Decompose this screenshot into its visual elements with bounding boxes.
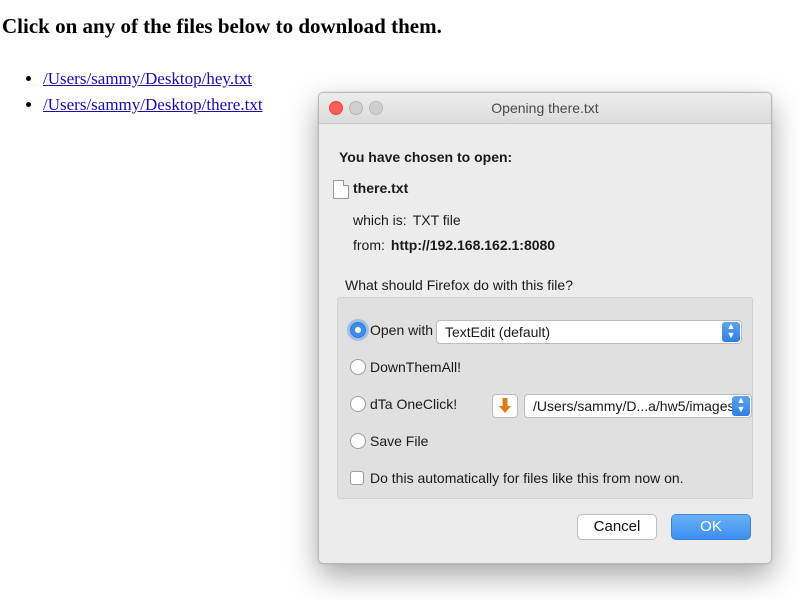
download-dialog: Opening there.txt You have chosen to ope… (318, 92, 772, 564)
cancel-button[interactable]: Cancel (577, 514, 657, 540)
selected-app: TextEdit (default) (445, 324, 551, 340)
dialog-title: Opening there.txt (491, 100, 599, 116)
save-file-label: Save File (370, 433, 429, 449)
source-row: from: http://192.168.162.1:8080 (353, 237, 555, 253)
option-open-with[interactable]: Open with TextEdit (default) ▲ ▼ (350, 320, 746, 344)
dta-oneclick-label: dTa OneClick! (370, 396, 458, 412)
option-dta-oneclick[interactable]: dTa OneClick! /Users/sammy/D...a/hw5/ima… (350, 394, 752, 418)
source-url: http://192.168.162.1:8080 (390, 237, 556, 253)
action-question: What should Firefox do with this file? (345, 277, 573, 293)
ok-button[interactable]: OK (671, 514, 751, 540)
downthemall-radio[interactable] (350, 359, 366, 375)
open-with-app-select[interactable]: TextEdit (default) ▲ ▼ (436, 320, 742, 344)
which-is-label: which is: (353, 212, 407, 228)
file-list: /Users/sammy/Desktop/hey.txt /Users/samm… (25, 66, 263, 118)
file-type-value: TXT file (412, 212, 461, 228)
file-link-hey[interactable]: /Users/sammy/Desktop/hey.txt (43, 69, 252, 88)
select-stepper-icon: ▲ ▼ (732, 396, 750, 416)
file-link-there[interactable]: /Users/sammy/Desktop/there.txt (43, 95, 263, 114)
save-file-radio[interactable] (350, 433, 366, 449)
auto-checkbox[interactable] (350, 471, 364, 485)
download-arrow-icon (499, 398, 511, 413)
open-with-label: Open with (370, 322, 434, 338)
select-stepper-icon: ▲ ▼ (722, 322, 740, 342)
download-arrow-button[interactable] (492, 394, 518, 418)
file-type-row: which is: TXT file (353, 212, 461, 228)
dta-path-select[interactable]: /Users/sammy/D...a/hw5/images/ ▲ ▼ (524, 394, 752, 418)
page-heading: Click on any of the files below to downl… (2, 14, 442, 38)
chosen-label: You have chosen to open: (339, 149, 513, 165)
list-item: /Users/sammy/Desktop/there.txt (43, 92, 263, 118)
document-icon (333, 180, 349, 199)
list-item: /Users/sammy/Desktop/hey.txt (43, 66, 263, 92)
file-name: there.txt (353, 180, 409, 196)
open-with-radio[interactable] (350, 322, 366, 338)
downthemall-label: DownThemAll! (370, 359, 462, 375)
dialog-titlebar: Opening there.txt (319, 93, 771, 124)
from-label: from: (353, 237, 385, 253)
dta-path: /Users/sammy/D...a/hw5/images/ (533, 398, 739, 414)
dta-oneclick-radio[interactable] (350, 396, 366, 412)
auto-checkbox-label: Do this automatically for files like thi… (370, 470, 684, 486)
options-panel: Open with TextEdit (default) ▲ ▼ DownThem… (337, 297, 753, 499)
